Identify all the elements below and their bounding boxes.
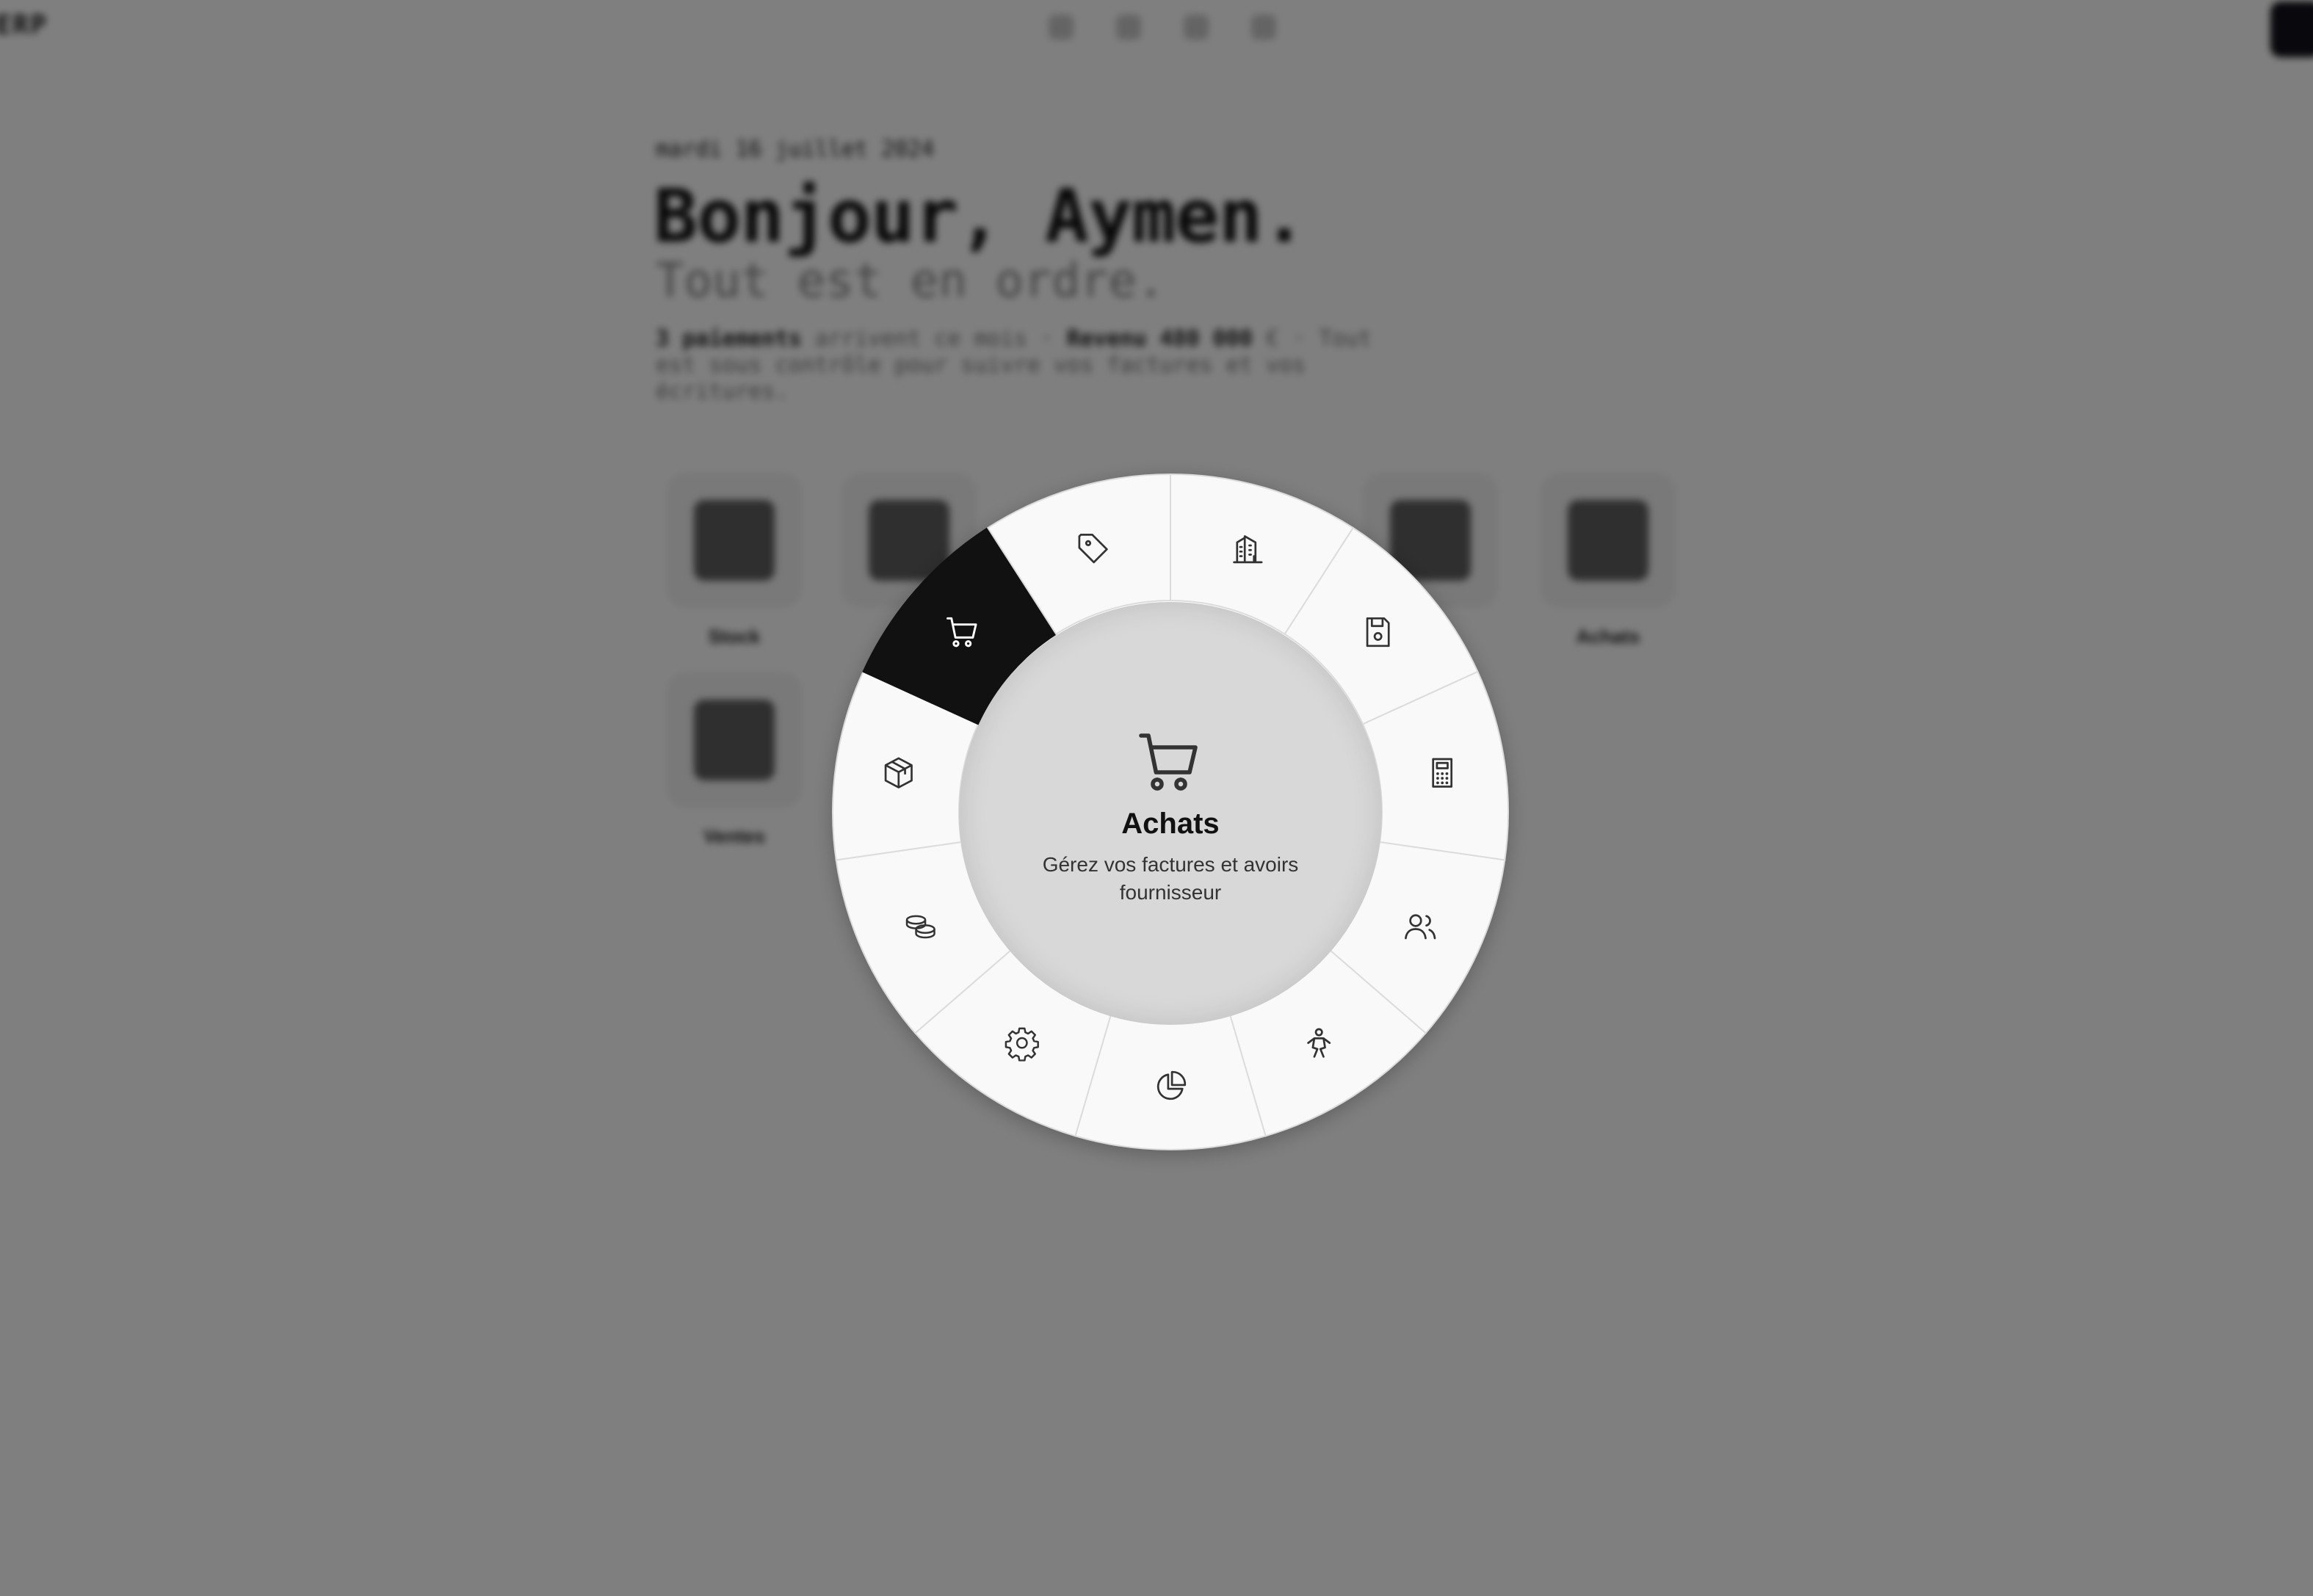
radial-menu-hub: Achats Gérez vos factures et avoirs four… bbox=[959, 602, 1382, 1025]
hub-cart-icon bbox=[1135, 727, 1206, 797]
radial-menu: Achats Gérez vos factures et avoirs four… bbox=[0, 0, 2313, 1596]
selected-module-title: Achats bbox=[1121, 807, 1220, 840]
selected-module-description: Gérez vos factures et avoirs fournisseur bbox=[1042, 852, 1299, 904]
